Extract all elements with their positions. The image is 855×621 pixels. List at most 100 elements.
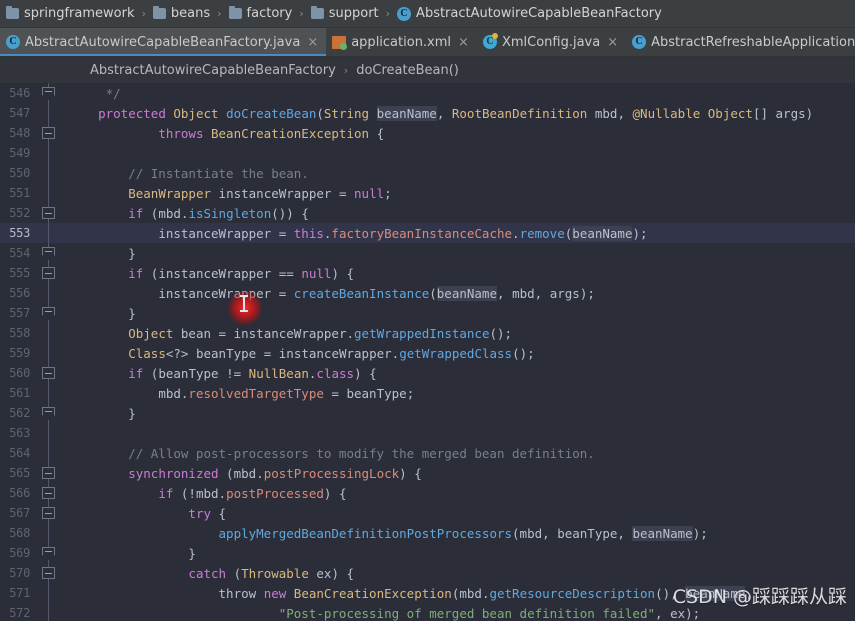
- code-line[interactable]: 552 if (mbd.isSingleton()) {: [0, 203, 855, 223]
- fold-gutter[interactable]: [34, 443, 64, 463]
- fold-gutter[interactable]: [34, 143, 64, 163]
- fold-collapse-icon[interactable]: [42, 367, 55, 379]
- code-line[interactable]: 556 instanceWrapper = createBeanInstance…: [0, 283, 855, 303]
- code-line[interactable]: 562 }: [0, 403, 855, 423]
- fold-gutter[interactable]: [34, 483, 64, 503]
- fold-collapse-icon[interactable]: [42, 487, 55, 499]
- fold-gutter[interactable]: [34, 603, 64, 621]
- tab-xmlconfig-java[interactable]: XmlConfig.java ×: [477, 28, 626, 56]
- structure-breadcrumb-method[interactable]: doCreateBean(): [356, 63, 459, 78]
- code-line[interactable]: 565 synchronized (mbd.postProcessingLock…: [0, 463, 855, 483]
- code-line[interactable]: 559 Class<?> beanType = instanceWrapper.…: [0, 343, 855, 363]
- tab-application-xml[interactable]: application.xml ×: [326, 28, 477, 56]
- code-line[interactable]: 568 applyMergedBeanDefinitionPostProcess…: [0, 523, 855, 543]
- fold-gutter[interactable]: [34, 503, 64, 523]
- code-line[interactable]: 571 throw new BeanCreationException(mbd.…: [0, 583, 855, 603]
- fold-collapse-icon[interactable]: [42, 467, 55, 479]
- breadcrumb-item-beans[interactable]: beans: [152, 6, 210, 21]
- fold-gutter[interactable]: [34, 243, 64, 263]
- close-icon[interactable]: ×: [458, 35, 469, 50]
- line-number: 547: [9, 106, 30, 120]
- code-line-text: if (mbd.isSingleton()) {: [128, 205, 309, 221]
- close-icon[interactable]: ×: [607, 35, 618, 50]
- code-line-text: mbd.resolvedTargetType = beanType;: [158, 385, 415, 401]
- fold-collapse-icon[interactable]: [42, 207, 55, 219]
- tab-label: XmlConfig.java: [501, 34, 601, 50]
- code-line[interactable]: 564 // Allow post-processors to modify t…: [0, 443, 855, 463]
- structure-breadcrumb-class[interactable]: AbstractAutowireCapableBeanFactory: [90, 63, 336, 78]
- fold-gutter[interactable]: [34, 83, 64, 103]
- code-line[interactable]: 566 if (!mbd.postProcessed) {: [0, 483, 855, 503]
- code-line-text: // Instantiate the bean.: [68, 165, 309, 181]
- code-line[interactable]: 557 }: [0, 303, 855, 323]
- fold-gutter[interactable]: [34, 223, 64, 243]
- fold-collapse-icon[interactable]: [42, 127, 55, 139]
- code-line[interactable]: 551 BeanWrapper instanceWrapper = null;: [0, 183, 855, 203]
- code-line[interactable]: 569 }: [0, 543, 855, 563]
- fold-end-icon[interactable]: [42, 87, 55, 95]
- code-block-line: [48, 323, 49, 343]
- fold-gutter[interactable]: [34, 523, 64, 543]
- code-line[interactable]: 561 mbd.resolvedTargetType = beanType;: [0, 383, 855, 403]
- code-line[interactable]: 572 "Post-processing of merged bean defi…: [0, 603, 855, 621]
- code-line-text: }: [68, 305, 136, 321]
- fold-collapse-icon[interactable]: [42, 507, 55, 519]
- code-line[interactable]: 558 Object bean = instanceWrapper.getWra…: [0, 323, 855, 343]
- fold-gutter[interactable]: [34, 583, 64, 603]
- fold-end-icon[interactable]: [42, 407, 55, 415]
- fold-gutter[interactable]: [34, 303, 64, 323]
- code-line[interactable]: 555 if (instanceWrapper == null) {: [0, 263, 855, 283]
- code-line[interactable]: 553 instanceWrapper = this.factoryBeanIn…: [0, 223, 855, 243]
- code-line[interactable]: 549: [0, 143, 855, 163]
- code-line[interactable]: 548 throws BeanCreationException {: [0, 123, 855, 143]
- fold-gutter[interactable]: [34, 363, 64, 383]
- breadcrumb-item-factory[interactable]: factory: [228, 6, 292, 21]
- code-line[interactable]: 563: [0, 423, 855, 443]
- fold-collapse-icon[interactable]: [42, 567, 55, 579]
- code-line-text: applyMergedBeanDefinitionPostProcessors(…: [218, 525, 708, 541]
- fold-gutter[interactable]: [34, 323, 64, 343]
- code-line-text: instanceWrapper = this.factoryBeanInstan…: [158, 225, 648, 241]
- code-editor[interactable]: 546 */547 protected Object doCreateBean(…: [0, 83, 855, 621]
- code-line[interactable]: 560 if (beanType != NullBean.class) {: [0, 363, 855, 383]
- code-line-text: synchronized (mbd.postProcessingLock) {: [128, 465, 422, 481]
- fold-end-icon[interactable]: [42, 247, 55, 255]
- breadcrumb-item-support[interactable]: support: [310, 6, 379, 21]
- code-block-line: [48, 583, 49, 603]
- breadcrumb-item-springframework[interactable]: springframework: [6, 6, 134, 21]
- tab-abstractautowirecapablebeanfactory-java[interactable]: C AbstractAutowireCapableBeanFactory.jav…: [0, 28, 327, 56]
- tab-abstractrefreshableapplicationcontext[interactable]: C AbstractRefreshableApplicationContext: [626, 28, 855, 56]
- fold-gutter[interactable]: [34, 423, 64, 443]
- fold-gutter[interactable]: [34, 283, 64, 303]
- fold-gutter[interactable]: [34, 103, 64, 123]
- fold-gutter[interactable]: [34, 123, 64, 143]
- code-line[interactable]: 550 // Instantiate the bean.: [0, 163, 855, 183]
- line-number: 570: [9, 566, 30, 580]
- breadcrumb-separator-icon: ›: [217, 7, 222, 20]
- code-block-line: [48, 103, 49, 123]
- fold-gutter[interactable]: [34, 543, 64, 563]
- code-line[interactable]: 554 }: [0, 243, 855, 263]
- code-line[interactable]: 570 catch (Throwable ex) {: [0, 563, 855, 583]
- fold-gutter[interactable]: [34, 163, 64, 183]
- fold-gutter[interactable]: [34, 343, 64, 363]
- fold-gutter[interactable]: [34, 203, 64, 223]
- code-line-text: }: [68, 545, 196, 561]
- fold-gutter[interactable]: [34, 563, 64, 583]
- fold-gutter[interactable]: [34, 263, 64, 283]
- fold-gutter[interactable]: [34, 463, 64, 483]
- code-line[interactable]: 567 try {: [0, 503, 855, 523]
- fold-collapse-icon[interactable]: [42, 267, 55, 279]
- code-line-text: }: [68, 245, 136, 261]
- fold-gutter[interactable]: [34, 403, 64, 423]
- fold-end-icon[interactable]: [42, 547, 55, 555]
- code-line-text: BeanWrapper instanceWrapper = null;: [128, 185, 392, 201]
- fold-gutter[interactable]: [34, 383, 64, 403]
- code-line[interactable]: 546 */: [0, 83, 855, 103]
- code-block-line: [48, 143, 49, 163]
- close-icon[interactable]: ×: [307, 35, 318, 50]
- breadcrumb-item-class[interactable]: C AbstractAutowireCapableBeanFactory: [397, 6, 662, 21]
- code-line[interactable]: 547 protected Object doCreateBean(String…: [0, 103, 855, 123]
- fold-end-icon[interactable]: [42, 307, 55, 315]
- fold-gutter[interactable]: [34, 183, 64, 203]
